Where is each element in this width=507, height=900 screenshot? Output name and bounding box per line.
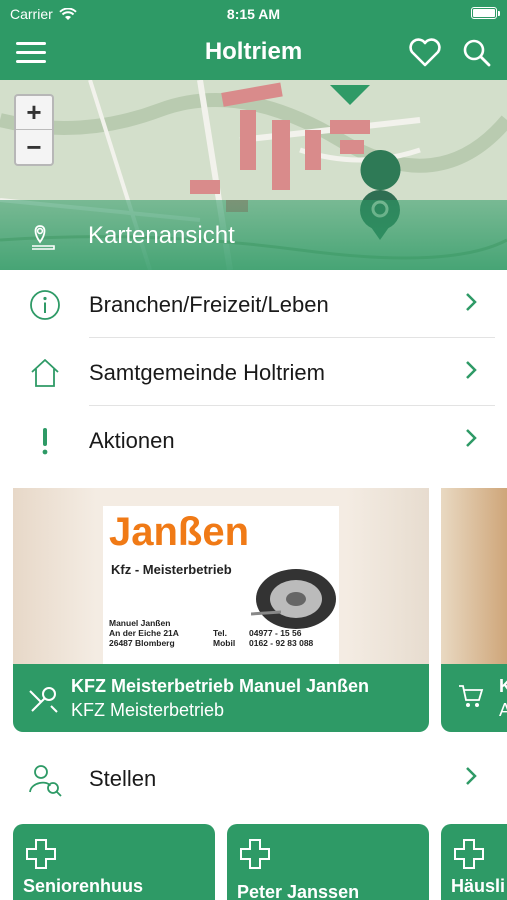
job-tile[interactable]: Seniorenhuus [13,824,215,900]
navigation-bar: Holtriem [0,28,507,80]
wrench-icon [29,687,58,713]
business-name: KFZ Meisterbetrieb Manuel Janßen [71,676,370,696]
next-business-name: K [499,676,507,696]
search-icon[interactable] [462,38,492,68]
person-search-icon [29,765,62,797]
chevron-right-icon [466,429,477,447]
medical-cross-icon [240,839,270,869]
heart-icon[interactable] [408,38,442,68]
exclamation-icon [42,428,48,455]
logo-title: Janßen [109,510,250,554]
medical-cross-icon [454,839,484,869]
battery-icon [471,7,500,19]
featured-carousel[interactable]: Janßen Kfz - Meisterbetrieb Manuel Janße… [0,478,507,736]
medical-cross-icon [26,839,56,869]
shopping-cart-icon [459,685,484,707]
job-tile[interactable]: Häusli [441,824,507,900]
zoom-in-button[interactable]: + [16,96,52,130]
status-bar: Carrier 8:15 AM [0,0,507,28]
business-logo: Janßen Kfz - Meisterbetrieb Manuel Janße… [103,506,339,664]
menu-item-label: Samtgemeinde Holtriem [89,360,325,385]
home-icon [31,359,59,387]
chevron-right-icon [466,767,477,785]
next-card-caption[interactable]: K A [441,664,507,732]
next-card-image[interactable] [441,488,507,664]
business-category: KFZ Meisterbetrieb [71,700,225,720]
zoom-out-button[interactable]: − [16,130,52,164]
map-view-label: Kartenansicht [88,222,235,249]
map-caption-bar[interactable] [0,200,507,270]
menu-item-samtgemeinde[interactable]: Samtgemeinde Holtriem [0,338,507,406]
menu-item-label: Aktionen [89,428,175,453]
featured-card-image[interactable]: Janßen Kfz - Meisterbetrieb Manuel Janße… [13,488,429,664]
menu-item-branchen[interactable]: Branchen/Freizeit/Leben [0,270,507,338]
zoom-control: + − [14,94,54,166]
featured-card-caption[interactable]: KFZ Meisterbetrieb Manuel Janßen KFZ Mei… [13,664,429,732]
logo-subtitle: Kfz - Meisterbetrieb [111,562,232,577]
map-pin-icon [32,225,55,250]
logo-phone-labels: Tel. Mobil [213,628,236,648]
menu-item-stellen[interactable]: Stellen [0,744,507,812]
map-view[interactable]: + − Kartenansicht [0,80,507,270]
job-tile-name: Häusli [451,876,506,896]
job-tile-name: Peter Janssen [237,882,360,900]
tire-icon [251,569,336,629]
next-business-category: A [499,700,507,720]
chevron-right-icon [466,293,477,311]
menu-item-label: Branchen/Freizeit/Leben [89,292,329,317]
clock: 8:15 AM [226,6,281,22]
chevron-right-icon [466,361,477,379]
logo-phone-numbers: 04977 - 15 56 0162 - 92 83 088 [249,628,314,648]
info-circle-icon [30,290,60,320]
menu-item-aktionen[interactable]: Aktionen [0,406,507,474]
job-tile-name: Seniorenhuus [23,876,144,896]
menu-item-label: Stellen [89,766,157,791]
logo-address: Manuel Janßen An der Eiche 21A 26487 Blo… [109,618,179,648]
job-tile[interactable]: Peter Janssen [227,824,429,900]
jobs-carousel[interactable]: Seniorenhuus Peter Janssen Häusli [0,824,507,900]
